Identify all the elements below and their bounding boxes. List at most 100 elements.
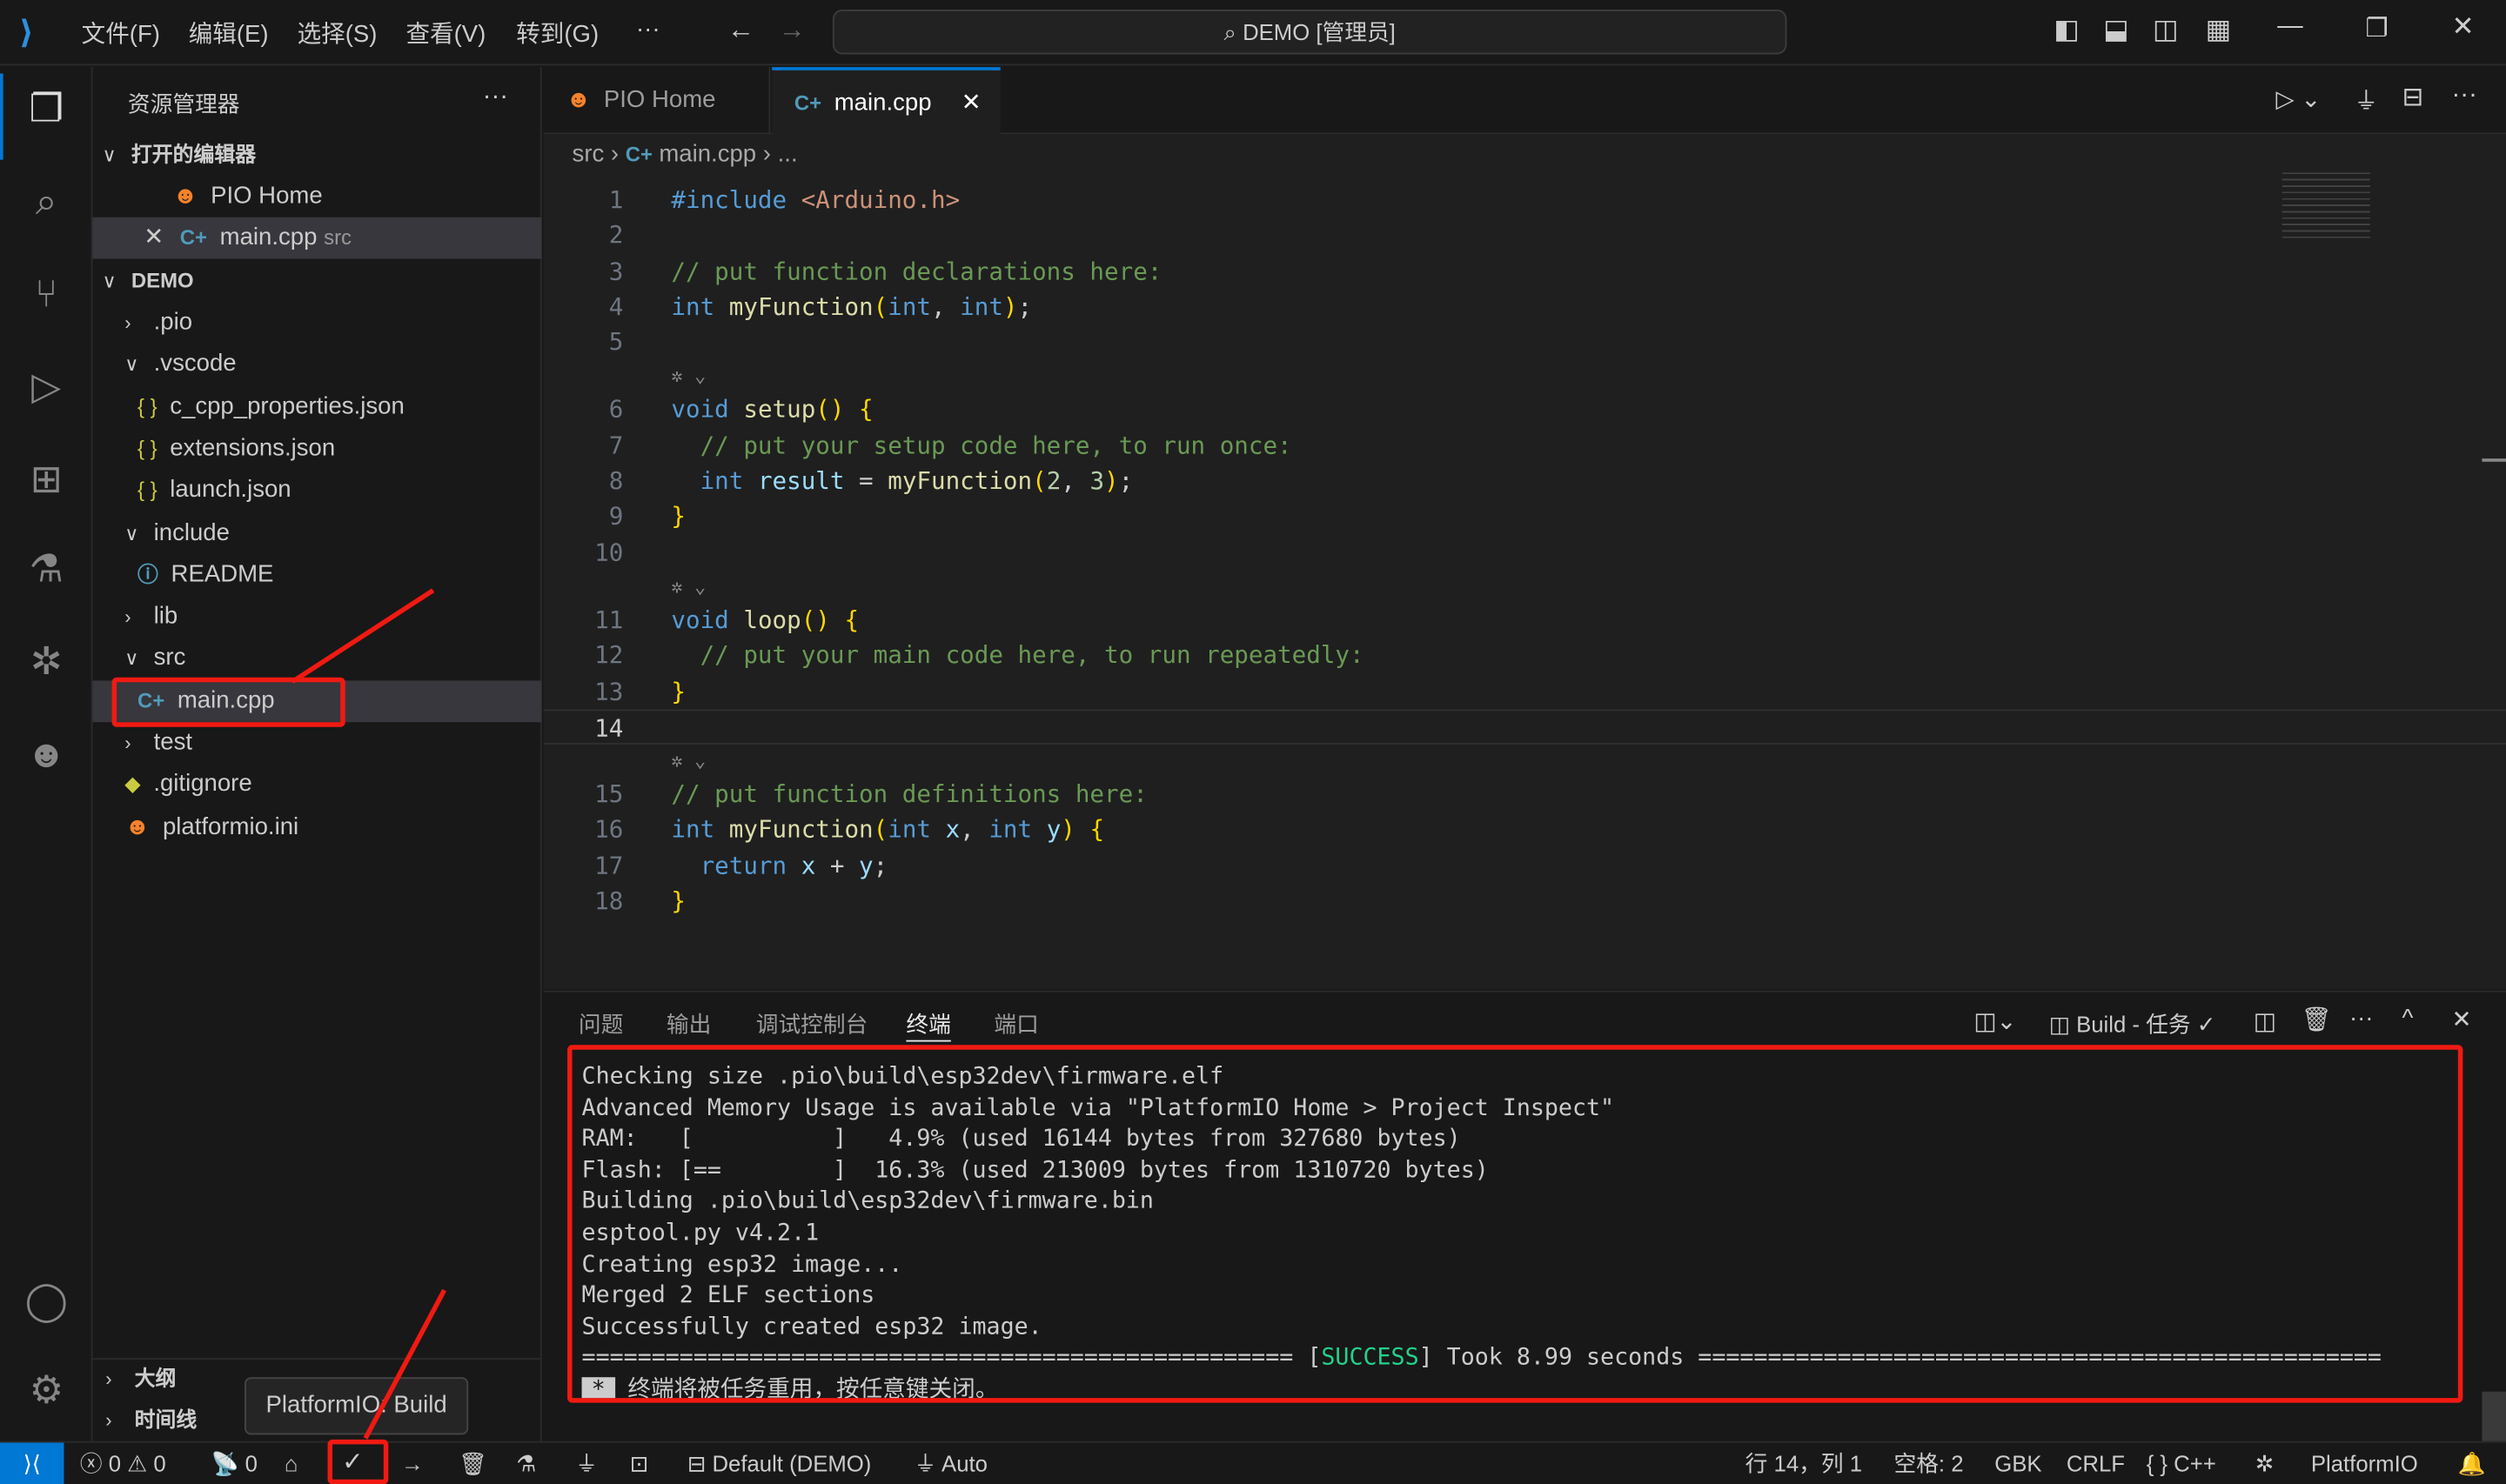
run-icon[interactable]: ▷ ⌄ [2275,84,2321,113]
search-icon[interactable]: ⌕ [19,176,73,230]
tree-item[interactable]: ∨ include [93,512,542,554]
maximize-panel-icon[interactable]: ^ [2402,1005,2414,1032]
menu-item[interactable]: ··· [636,16,660,43]
cursor-position[interactable]: 行 14，列 1 [1745,1443,1862,1484]
terminal-scrollbar[interactable] [2482,1391,2506,1443]
run-debug-icon[interactable]: ▷ [19,361,73,415]
encoding[interactable]: GBK [1994,1443,2041,1484]
toggle-secondary-sidebar-icon[interactable]: ◫ [2153,15,2179,47]
tree-item[interactable]: › .pio [93,302,542,344]
tree-item[interactable]: › lib [93,596,542,638]
platformio-codelens-icon[interactable]: ✲ ⌄ [671,571,706,603]
pio-icon: ☻ [172,182,198,210]
panel-tab[interactable]: 调试控制台 [756,1008,868,1040]
remote-icon[interactable]: ⟩⟨ [0,1442,64,1484]
line-number: 16 [594,815,624,845]
project-header[interactable]: ∨ DEMO [93,260,542,302]
serial-monitor-plug-icon[interactable]: ⏚ [575,1443,598,1484]
menu-item[interactable]: 文件(F) [82,16,160,50]
restore-button[interactable]: ❐ [2365,13,2388,45]
tree-item[interactable]: ◆ .gitignore [93,764,542,806]
minimize-button[interactable]: — [2277,13,2302,42]
task-terminal-selector[interactable]: ◫ Build - 任务 ✓ [2049,1008,2216,1040]
port-selector[interactable]: ⏚ Auto [915,1443,988,1484]
close-window-button[interactable]: ✕ [2451,11,2474,43]
platformio-label[interactable]: PlatformIO [2311,1443,2418,1484]
toggle-panel-icon[interactable]: ⬓ [2103,15,2129,47]
close-tab-icon[interactable]: ✕ [962,70,982,137]
plug-icon[interactable]: ⏚ [2354,84,2378,117]
tree-item[interactable]: { } launch.json [93,470,542,511]
tree-item[interactable]: { } extensions.json [93,428,542,470]
problems-indicator[interactable]: ⓧ 0 ⚠ 0 [80,1443,166,1484]
toggle-sidebar-icon[interactable]: ◧ [2054,15,2080,47]
account-icon[interactable]: ◯ [19,1275,73,1329]
platformio-codelens-icon[interactable]: ✲ ⌄ [671,360,706,392]
source-control-icon[interactable]: ⑂ [19,269,73,323]
env-selector[interactable]: ⊟ Default (DEMO) [687,1443,872,1484]
kill-terminal-icon[interactable]: 🗑 [2302,1005,2332,1033]
more-icon[interactable]: ··· [2451,82,2476,110]
pio-alien-icon[interactable]: ☻ [19,729,73,783]
close-panel-icon[interactable]: ✕ [2451,1005,2471,1033]
menu-item[interactable]: 选择(S) [298,16,378,50]
codelens[interactable]: ✲ ⌄ [543,360,2505,392]
panel-tab[interactable]: 输出 [667,1008,711,1040]
terminal-icon[interactable]: ⊡ [630,1443,649,1484]
panel-tab[interactable]: 端口 [994,1008,1038,1040]
platformio-icon[interactable]: ✲ [19,636,73,690]
open-editor-main-cpp[interactable]: ✕ C+ main.cpp src [92,217,542,259]
tree-item[interactable]: ∨ src [93,638,542,680]
indentation[interactable]: 空格: 2 [1893,1443,1963,1484]
ports-indicator[interactable]: 📡 0 [211,1443,257,1484]
line-number: 7 [608,431,624,460]
panel-tab[interactable]: 问题 [579,1008,623,1040]
tree-item[interactable]: ⓘ README [93,554,542,596]
forward-icon[interactable]: → [778,15,805,47]
open-editor-pio-home[interactable]: ☻ PIO Home [93,176,542,217]
language-mode[interactable]: { } C++ [2147,1443,2216,1484]
extensions-icon[interactable]: ⊞ [19,454,73,508]
codelens[interactable]: ✲ ⌄ [543,745,2505,777]
line-ending[interactable]: CRLF [2067,1443,2125,1484]
tree-item[interactable]: ☻ platformio.ini [93,806,542,848]
clean-trash-icon[interactable]: 🗑 [459,1443,487,1484]
minimap[interactable] [2282,172,2370,240]
new-terminal-split-icon[interactable]: ◫⌄ [1973,1006,2016,1035]
settings-gear-icon[interactable]: ⚙ [19,1365,73,1419]
more-actions-button[interactable]: ··· [483,84,508,112]
platformio-icon[interactable]: ✲ [2255,1443,2275,1484]
tab-pio-home[interactable]: ☻ PIO Home [543,67,771,135]
more-icon[interactable]: ··· [2349,1005,2374,1032]
testing-icon[interactable]: ⚗ [19,543,73,597]
git-icon: ◆ [124,772,141,797]
platformio-codelens-icon[interactable]: ✲ ⌄ [671,745,706,777]
panel-tab[interactable]: 终端 [906,1008,951,1042]
command-center-search[interactable]: ⌕ DEMO [管理员] [832,10,1787,55]
menu-item[interactable]: 查看(V) [406,16,486,50]
json-file-icon: { } [137,393,157,418]
close-icon[interactable]: ✕ [144,224,164,251]
tree-item[interactable]: ∨ .vscode [93,344,542,385]
back-icon[interactable]: ← [727,15,754,47]
code-editor[interactable]: 1 #include <Arduino.h> 2 3 // put function d… [543,182,2506,919]
upload-arrow-icon[interactable]: → [401,1443,424,1484]
explorer-icon[interactable]: ❐ [19,84,73,137]
layout-icon[interactable]: ▦ [2206,15,2232,47]
open-editors-header[interactable]: ∨ 打开的编辑器 [93,134,542,176]
split-terminal-icon[interactable]: ◫ [2254,1006,2276,1035]
test-flask-icon[interactable]: ⚗ [516,1443,536,1484]
menu-item[interactable]: 转到(G) [516,16,599,50]
split-editor-icon[interactable]: ⊟ [2402,82,2424,114]
notifications-bell-icon[interactable]: 🔔 [2458,1443,2486,1484]
tree-item[interactable]: { } c_cpp_properties.json [93,386,542,428]
tree-item[interactable]: › test [93,722,542,764]
menu-item[interactable]: 编辑(E) [189,16,269,50]
scrollbar[interactable] [2482,458,2506,462]
code-text: // put function declarations here: [671,256,1163,286]
pio-home-icon[interactable]: ⌂ [285,1443,298,1484]
breadcrumb: src › C+ main.cpp › ... [572,140,798,168]
tab-main-cpp[interactable]: C+ main.cpp ✕ [772,67,1001,137]
terminal-output[interactable]: Checking size .pio\build\esp32dev\firmwa… [567,1045,2463,1403]
codelens[interactable]: ✲ ⌄ [543,571,2505,603]
